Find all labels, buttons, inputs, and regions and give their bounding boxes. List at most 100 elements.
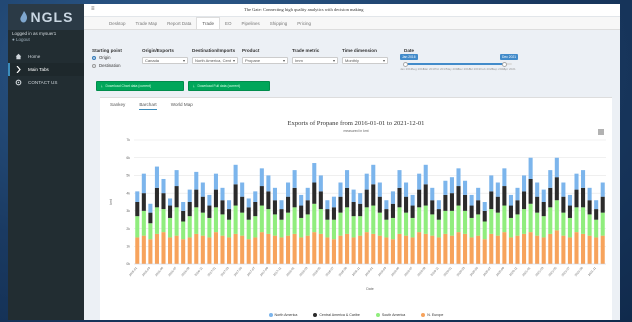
bar-segment	[299, 217, 304, 238]
x-tick-label: 2019-11	[430, 266, 440, 277]
radio-origin[interactable]: Origin	[92, 55, 110, 60]
bar-segment	[495, 196, 500, 213]
bar-segment	[554, 230, 559, 264]
bar-segment	[436, 219, 441, 238]
bar-segment	[594, 200, 599, 210]
date-slider-start-handle[interactable]	[403, 61, 408, 67]
sidebar-item-home[interactable]: Home	[8, 50, 84, 63]
sidebar-item-contact-us[interactable]: CONTACT US	[8, 76, 84, 89]
bar-segment	[463, 210, 468, 234]
bar-segment	[345, 233, 350, 264]
radio-origin-label: Origin	[99, 55, 111, 60]
download-chart-data-button[interactable]: ⤓ Download Chart data (current)	[96, 81, 184, 91]
download-icon: ⤓	[101, 84, 103, 88]
bar-segment	[587, 235, 592, 264]
hamburger-menu-icon[interactable]: ≡	[91, 6, 95, 12]
chevron-down-icon: ▾	[332, 58, 335, 63]
tab-pipelines[interactable]: Pipelines	[236, 21, 264, 29]
x-tick-label: 2021-11	[587, 266, 597, 277]
bar-segment	[436, 200, 441, 210]
bar-segment	[548, 207, 553, 234]
bar-segment	[515, 214, 520, 236]
bar-segment	[482, 202, 487, 211]
bar-segment	[351, 216, 356, 238]
bar-segment	[469, 205, 474, 218]
tab-trade[interactable]: Trade	[196, 17, 220, 29]
tab-barchart[interactable]: Barchart	[139, 102, 157, 110]
bar-segment	[299, 194, 304, 206]
x-tick-label: 2016-07	[167, 266, 177, 277]
bar-segment	[266, 175, 271, 192]
bar-segment	[548, 233, 553, 264]
chevron-down-icon: ▾	[232, 58, 235, 63]
tab-report-data[interactable]: Report Data	[162, 21, 196, 29]
bar-segment	[456, 168, 461, 187]
time-dimension-select[interactable]: Monthly ▾	[342, 57, 388, 64]
bar-segment	[358, 203, 363, 217]
trade-metric-select[interactable]: Imm ▾	[292, 57, 338, 64]
tab-desktop[interactable]: Desktop	[104, 21, 131, 29]
bar-segment	[345, 170, 350, 188]
bar-segment	[587, 214, 592, 236]
bar-segment	[253, 237, 258, 264]
bar-segment	[397, 233, 402, 264]
bar-segment	[213, 232, 218, 264]
x-tick-label: 2019-09	[416, 266, 426, 277]
bar-segment	[489, 191, 494, 210]
bar-segment	[161, 178, 166, 194]
product-select[interactable]: Propane ▾	[242, 57, 288, 64]
bar-segment	[154, 207, 159, 234]
bar-segment	[279, 200, 284, 210]
tab-world-map[interactable]: World Map	[171, 102, 193, 110]
download-full-data-button[interactable]: ⤓ Download Full data (current)	[188, 81, 270, 91]
bar-segment	[358, 216, 363, 236]
legend-item[interactable]: N. Europe	[421, 313, 443, 317]
bar-segment	[220, 187, 225, 201]
bar-segment	[305, 187, 310, 201]
bar-segment	[404, 235, 409, 264]
bar-segment	[443, 210, 448, 234]
x-tick-label: 2018-11	[351, 266, 361, 277]
tab-eo[interactable]: EO	[220, 21, 237, 29]
bar-segment	[292, 233, 297, 264]
legend-item[interactable]: South America	[375, 313, 405, 317]
bar-segment	[312, 203, 317, 233]
destination-select[interactable]: North America, Cent ▾	[192, 57, 238, 64]
bar-segment	[181, 202, 186, 211]
bar-segment	[410, 237, 415, 264]
bar-segment	[377, 196, 382, 213]
bar-segment	[397, 187, 402, 208]
sidebar-item-main-tabs[interactable]: Main Tabs	[8, 63, 84, 76]
tab-pricing[interactable]: Pricing	[292, 21, 316, 29]
x-tick-label: 2018-07	[325, 266, 335, 277]
bar-segment	[338, 182, 343, 197]
legend-item[interactable]: North America	[268, 313, 297, 317]
legend-item[interactable]: Central America & Caribe	[313, 313, 360, 317]
bar-segment	[482, 210, 487, 222]
bar-segment	[312, 182, 317, 204]
tab-shipping[interactable]: Shipping	[265, 21, 293, 29]
bar-segment	[213, 189, 218, 208]
date-slider-end-handle[interactable]	[502, 61, 507, 67]
tab-sankey[interactable]: Sankey	[110, 102, 125, 110]
radio-destination[interactable]: Destination	[92, 63, 121, 68]
y-tick-label: 6k	[126, 156, 130, 160]
bar-segment	[338, 196, 343, 213]
bar-segment	[541, 189, 546, 202]
bar-segment	[220, 200, 225, 215]
origin-select[interactable]: Canada ▾	[142, 57, 188, 64]
time-dimension-value: Monthly	[345, 58, 360, 63]
bar-segment	[561, 212, 566, 236]
bar-segment	[417, 173, 422, 190]
bar-segment	[443, 194, 448, 211]
x-tick-label: 2017-11	[272, 266, 282, 277]
bar-segment	[449, 235, 454, 264]
logout-link[interactable]: ● Logout	[12, 37, 80, 43]
bar-segment	[384, 237, 389, 264]
bar-segment	[423, 164, 428, 185]
bar-segment	[463, 194, 468, 211]
bar-segment	[213, 207, 218, 233]
tab-trade-map[interactable]: Trade Map	[131, 21, 163, 29]
bar-segment	[515, 235, 520, 264]
bar-segment	[161, 232, 166, 264]
